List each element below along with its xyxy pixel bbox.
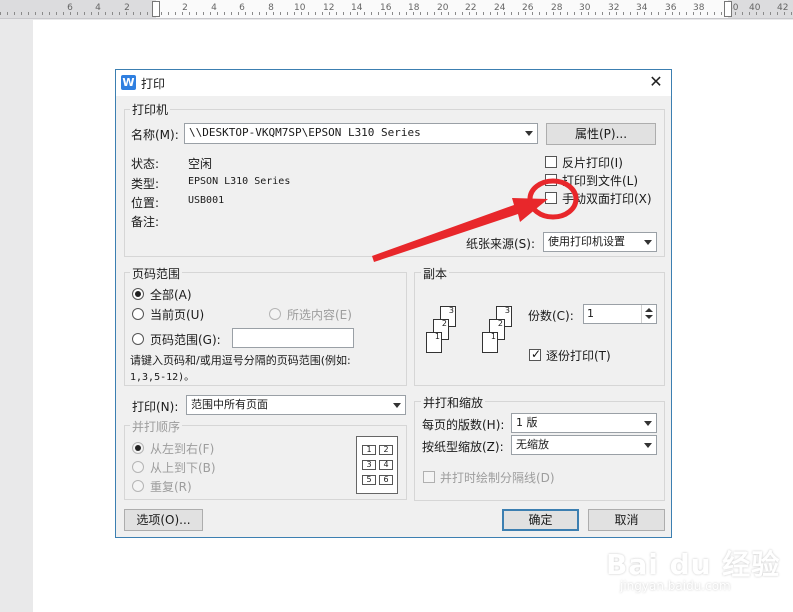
red-arrow: [372, 198, 548, 262]
baidu-watermark-url: jingyan.baidu.com: [620, 579, 731, 593]
baidu-watermark-logo: Bai du 经验: [606, 548, 781, 581]
red-annotation: [372, 178, 579, 262]
